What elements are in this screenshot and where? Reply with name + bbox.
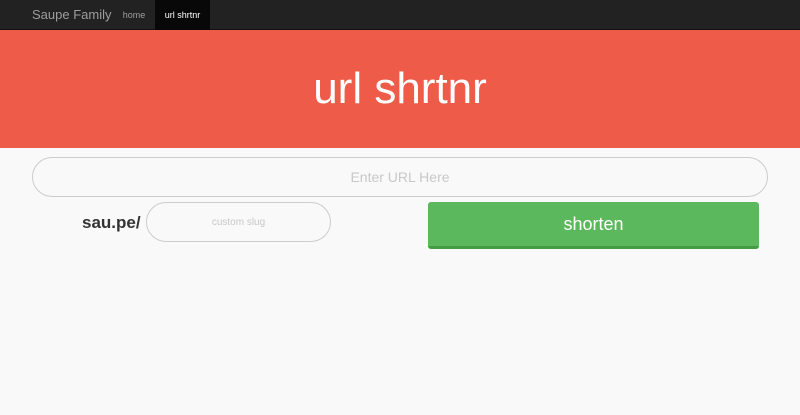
shorten-button[interactable]: shorten xyxy=(428,202,759,249)
page-title: url shrtnr xyxy=(313,64,487,113)
brand-link[interactable]: Saupe Family xyxy=(32,0,111,30)
nav-item-home[interactable]: home xyxy=(115,0,153,30)
domain-prefix-label: sau.pe/ xyxy=(82,213,141,232)
url-input[interactable] xyxy=(32,157,768,197)
hero-banner: url shrtnr xyxy=(0,30,800,148)
top-navbar: Saupe Family home url shrtnr xyxy=(0,0,800,30)
custom-slug-input[interactable] xyxy=(146,202,331,242)
nav-item-url-shrtnr[interactable]: url shrtnr xyxy=(155,0,210,30)
